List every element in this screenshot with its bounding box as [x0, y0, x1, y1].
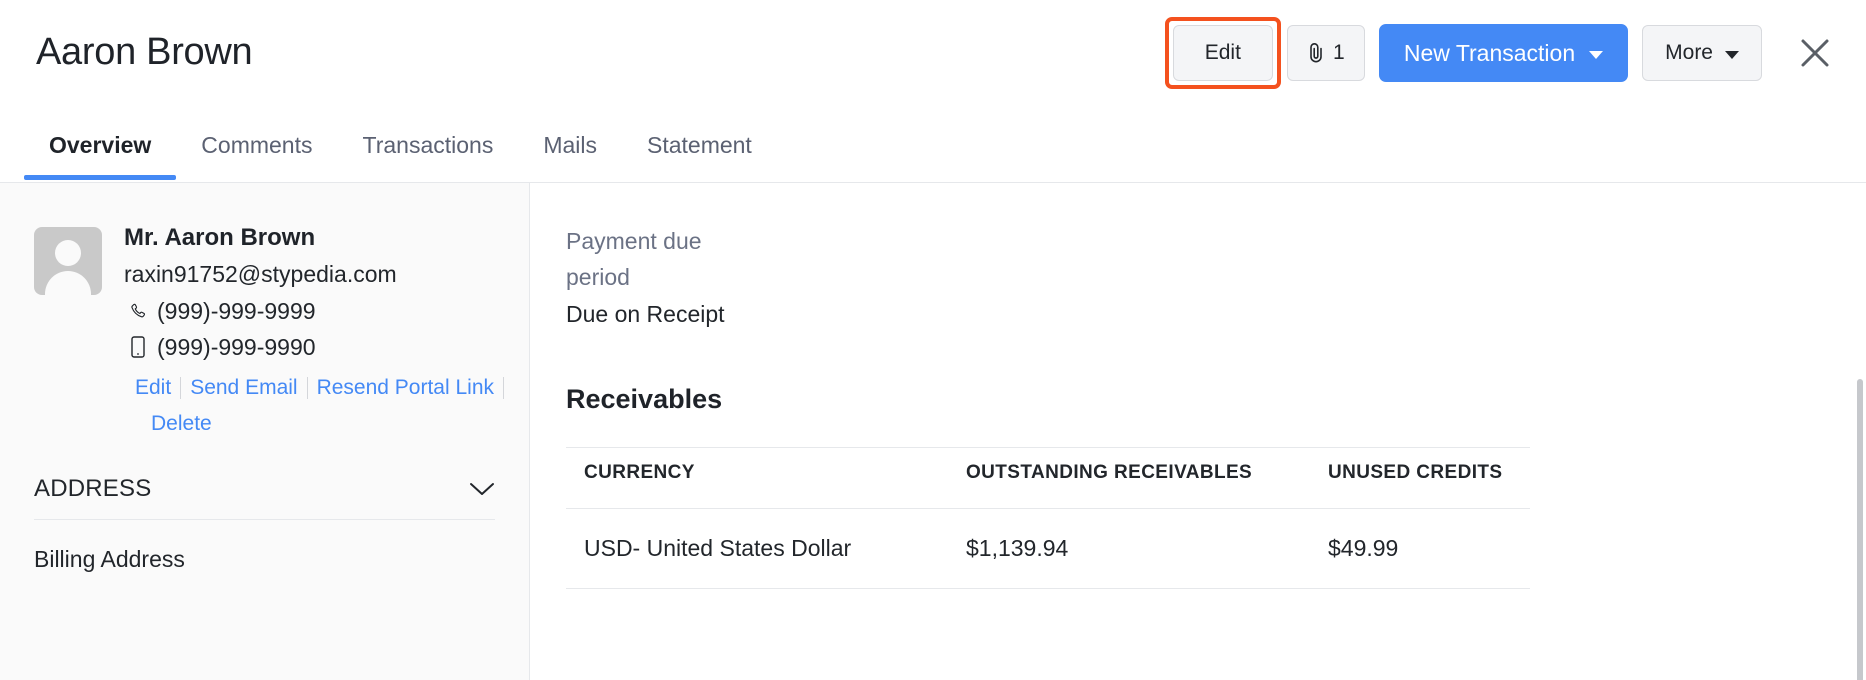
chevron-down-icon — [1589, 50, 1604, 59]
contact-phone: (999)-999-9999 — [157, 298, 316, 324]
mobile-icon — [128, 336, 148, 358]
contact-sidebar: Mr. Aaron Brown raxin91752@stypedia.com … — [0, 183, 530, 680]
attachments-button[interactable]: 1 — [1286, 25, 1365, 81]
send-email-link[interactable]: Send Email — [181, 373, 306, 403]
tab-overview[interactable]: Overview — [24, 125, 177, 180]
contact-email: raxin91752@stypedia.com — [124, 261, 397, 287]
page-header: Aaron Brown Edit 1 New Transaction More — [0, 0, 1866, 125]
edit-button[interactable]: Edit — [1164, 17, 1281, 89]
attachment-count: 1 — [1332, 41, 1345, 64]
contact-name: Mr. Aaron Brown — [124, 224, 316, 251]
close-icon — [1801, 39, 1829, 67]
page-title: Aaron Brown — [36, 31, 253, 73]
column-header-outstanding-receivables: OUTSTANDING RECEIVABLES — [948, 447, 1310, 509]
overview-content: Payment due period Due on Receipt Receiv… — [530, 183, 1866, 680]
delete-link[interactable]: Delete — [126, 409, 221, 439]
column-header-unused-credits: UNUSED CREDITS — [1310, 447, 1530, 509]
contact-phone-row: (999)-999-9999 — [124, 293, 504, 329]
new-transaction-button[interactable]: New Transaction — [1378, 24, 1629, 82]
scrollbar-thumb[interactable] — [1857, 379, 1863, 680]
edit-button-label: Edit — [1204, 41, 1241, 64]
chevron-down-icon — [1725, 50, 1739, 59]
tab-comments-label: Comments — [201, 132, 313, 158]
contact-actions-secondary: Delete — [124, 409, 504, 439]
receivables-title: Receivables — [566, 384, 723, 414]
more-button-label: More — [1665, 41, 1713, 64]
vertical-scrollbar[interactable] — [1856, 379, 1864, 680]
tab-transactions[interactable]: Transactions — [338, 125, 519, 180]
contact-card: Mr. Aaron Brown raxin91752@stypedia.com … — [0, 183, 529, 439]
divider — [503, 377, 505, 399]
contact-edit-link[interactable]: Edit — [126, 373, 180, 403]
tab-overview-label: Overview — [49, 132, 152, 158]
contact-mobile: (999)-999-9990 — [157, 334, 316, 360]
column-header-currency: CURRENCY — [566, 447, 948, 509]
paperclip-icon — [1307, 41, 1327, 65]
tab-mails[interactable]: Mails — [518, 125, 622, 180]
contact-actions: Edit Send Email Resend Portal Link — [124, 373, 505, 403]
tab-statement[interactable]: Statement — [622, 125, 777, 180]
billing-address-label: Billing Address — [34, 546, 185, 572]
chevron-down-icon[interactable] — [469, 481, 495, 497]
user-avatar-icon — [34, 227, 102, 295]
more-button[interactable]: More — [1642, 25, 1762, 81]
header-actions: Edit 1 New Transaction More — [1164, 17, 1838, 89]
table-header-row: CURRENCY OUTSTANDING RECEIVABLES UNUSED … — [566, 447, 1530, 509]
tab-statement-label: Statement — [646, 132, 752, 158]
phone-icon — [128, 302, 148, 321]
page-body: Mr. Aaron Brown raxin91752@stypedia.com … — [0, 182, 1866, 680]
tab-bar: Overview Comments Transactions Mails Sta… — [0, 125, 1866, 182]
address-section-header[interactable]: ADDRESS — [34, 475, 495, 520]
customer-detail-page: Aaron Brown Edit 1 New Transaction More … — [0, 0, 1866, 680]
cell-unused-credits[interactable]: $49.99 — [1310, 508, 1530, 589]
table-row: USD- United States Dollar $1,139.94 $49.… — [566, 508, 1530, 589]
tab-transactions-label: Transactions — [362, 132, 494, 158]
address-section-title: ADDRESS — [34, 475, 152, 502]
payment-due-period-value: Due on Receipt — [566, 301, 725, 327]
contact-mobile-row: (999)-999-9990 — [124, 329, 504, 365]
address-section: ADDRESS Billing Address — [34, 475, 495, 573]
payment-due-period-label: Payment due period — [566, 228, 702, 290]
cell-outstanding-receivables[interactable]: $1,139.94 — [948, 508, 1310, 589]
receivables-table: CURRENCY OUTSTANDING RECEIVABLES UNUSED … — [566, 447, 1530, 589]
tab-comments[interactable]: Comments — [176, 125, 337, 180]
new-transaction-label: New Transaction — [1403, 39, 1576, 66]
resend-portal-link[interactable]: Resend Portal Link — [308, 373, 503, 403]
close-button[interactable] — [1792, 30, 1838, 76]
tab-mails-label: Mails — [543, 132, 597, 158]
cell-currency: USD- United States Dollar — [566, 508, 948, 589]
